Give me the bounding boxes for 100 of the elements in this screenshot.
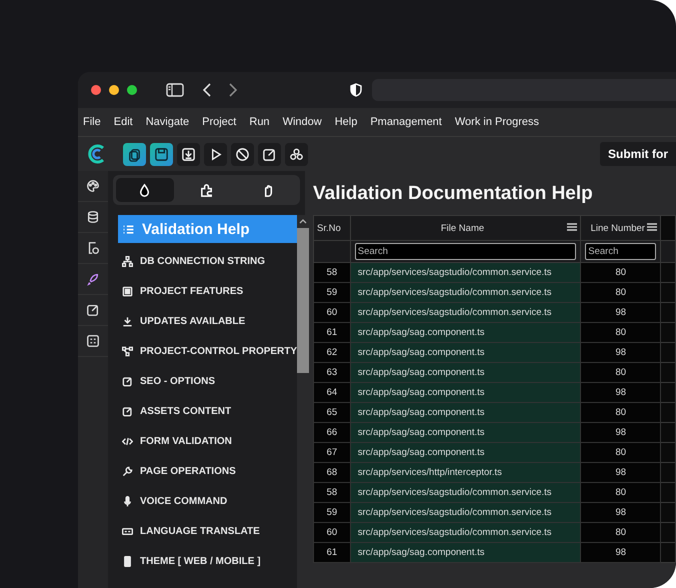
toolbar-button[interactable] [150, 142, 173, 166]
table-cell: src/app/sag/sag.component.ts [350, 382, 581, 402]
toolbar-button[interactable] [231, 142, 254, 166]
table-cell: 80 [580, 402, 661, 422]
table-cell: src/app/sag/sag.component.ts [350, 322, 581, 342]
menu-item[interactable]: Work in Progress [454, 116, 540, 128]
table-cell: 80 [580, 282, 661, 302]
menu-item[interactable]: Run [249, 116, 270, 128]
table-cell: 58 [314, 482, 350, 502]
scroll-up-icon[interactable] [299, 218, 308, 224]
table-cell: src/app/sag/sag.component.ts [350, 342, 581, 362]
forward-icon[interactable] [228, 83, 238, 97]
nav-item[interactable]: PROJECT-CONTROL PROPERTY [118, 336, 298, 366]
edit-icon [122, 376, 133, 386]
table-cell: 58 [314, 262, 350, 282]
download-icon [181, 146, 196, 162]
table-cell: 67 [314, 442, 350, 462]
table-cell: 62 [314, 342, 350, 362]
menu-item[interactable]: Navigate [146, 116, 190, 128]
table-cell: src/app/services/http/interceptor.ts [350, 462, 581, 482]
table-cell: 98 [580, 382, 661, 402]
menu-item[interactable]: Edit [114, 116, 133, 128]
palette-icon[interactable] [86, 179, 100, 193]
table-cell: 60 [314, 522, 350, 542]
table-cell: 80 [580, 442, 661, 462]
keyboard-icon [122, 526, 133, 536]
table-cell: src/app/services/sagstudio/common.service.ts [350, 502, 581, 522]
table-cell: src/app/sag/sag.component.ts [350, 402, 581, 422]
table-cell: 80 [580, 522, 661, 542]
toolbar-button[interactable] [258, 142, 281, 166]
table-cell: src/app/sag/sag.component.ts [350, 542, 581, 562]
table-cell: 80 [580, 362, 661, 382]
panel-tab[interactable] [116, 178, 174, 202]
table-cell: 80 [580, 262, 661, 282]
table-cell: 60 [314, 302, 350, 322]
menu-icon[interactable] [567, 223, 578, 231]
nav-item[interactable]: SEO - OPTIONS [118, 366, 298, 396]
wrench-icon [122, 466, 133, 476]
table-cell: 63 [314, 362, 350, 382]
nav-item[interactable]: LANGUAGE TRANSLATE [118, 516, 298, 546]
edit-icon[interactable] [86, 303, 100, 317]
nav-item[interactable]: PROJECT FEATURES [118, 276, 298, 306]
nav-item[interactable]: VOICE COMMAND [118, 486, 298, 516]
table-cell: 61 [314, 322, 350, 342]
table-cell: 61 [314, 542, 350, 562]
menu-item[interactable]: Window [282, 116, 322, 128]
toolbar-button[interactable] [204, 142, 227, 166]
toolbar-button[interactable] [123, 142, 146, 166]
nodes-icon [122, 346, 133, 356]
table-cell: 98 [580, 542, 661, 562]
nav-item[interactable]: PAGE OPERATIONS [118, 456, 298, 486]
table-cell: src/app/sag/sag.component.ts [350, 422, 581, 442]
table-cell: 98 [580, 462, 661, 482]
sitemap-icon [122, 256, 133, 266]
menu-item[interactable]: Pmanagement [370, 116, 442, 128]
menu-icon[interactable] [647, 223, 658, 231]
search-field[interactable]: Search [585, 243, 656, 260]
search-field[interactable]: Search [354, 243, 576, 260]
table-cell: 68 [314, 462, 350, 482]
nav-item[interactable]: DB CONNECTION STRING [118, 246, 298, 276]
edit-icon [122, 406, 133, 416]
table-cell: src/app/services/sagstudio/common.service.ts [350, 262, 581, 282]
edit-icon [262, 146, 277, 162]
nav-item[interactable]: UPDATES AVAILABLE [118, 306, 298, 336]
save-icon [154, 146, 169, 162]
table-cell: 59 [314, 282, 350, 302]
shield-icon [350, 83, 362, 97]
nav-item[interactable]: THEME [ WEB / MOBILE ] [118, 546, 298, 576]
list-icon [122, 222, 135, 236]
submit-button[interactable]: Submit for [600, 142, 676, 166]
table-cell: 65 [314, 402, 350, 422]
column-header[interactable]: Line Number [580, 216, 661, 240]
page-title: Validation Documentation Help [313, 183, 594, 205]
table-cell: src/app/services/sagstudio/common.service.ts [350, 482, 581, 502]
toolbar-button[interactable] [285, 142, 308, 166]
window-controls-icon[interactable] [90, 84, 138, 96]
microphone-icon [122, 496, 133, 506]
nav-item[interactable]: FORM VALIDATION [118, 426, 298, 456]
toolbar-button[interactable] [177, 142, 200, 166]
column-header[interactable]: File Name [350, 216, 581, 240]
table-cell: 80 [580, 482, 661, 502]
table-cell: 98 [580, 302, 661, 322]
calculator-icon[interactable] [86, 334, 100, 348]
table-cell: 98 [580, 502, 661, 522]
table-cell: src/app/services/sagstudio/common.service.ts [350, 282, 581, 302]
sidebar-icon[interactable] [166, 83, 184, 97]
phone-icon [122, 556, 133, 566]
stop-icon [235, 146, 250, 162]
table-cell: 59 [314, 502, 350, 522]
table-cell: src/app/services/sagstudio/common.service.ts [350, 302, 581, 322]
menu-item[interactable]: Help [334, 116, 358, 128]
menu-item[interactable]: File [83, 116, 101, 128]
scrollbar-thumb[interactable] [297, 228, 310, 373]
database-icon[interactable] [86, 210, 100, 224]
nav-item[interactable]: ASSETS CONTENT [118, 396, 298, 426]
menu-item[interactable]: Project [202, 116, 236, 128]
puzzle-icon [199, 182, 214, 198]
back-icon[interactable] [202, 83, 212, 97]
table-cell: src/app/sag/sag.component.ts [350, 442, 581, 462]
column-header[interactable]: Sr.No [314, 216, 350, 240]
